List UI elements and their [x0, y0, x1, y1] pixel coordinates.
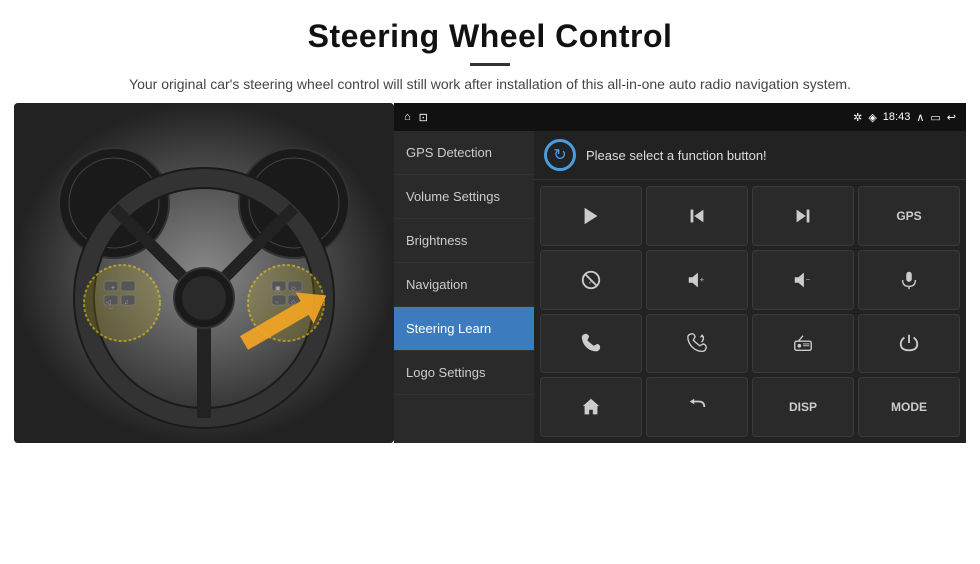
menu-item-brightness[interactable]: Brightness	[394, 219, 534, 263]
phone-button[interactable]	[540, 314, 642, 374]
home-button[interactable]	[540, 377, 642, 437]
status-time: 18:43	[883, 111, 911, 123]
right-panel: ↻ Please select a function button!	[534, 131, 966, 443]
unit-content: GPS Detection Volume Settings Brightness…	[394, 131, 966, 443]
prev-button[interactable]	[646, 186, 748, 246]
notification-icon: ⊡	[419, 111, 428, 124]
home-icon: ⌂	[404, 111, 411, 123]
svg-text:♪: ♪	[588, 276, 592, 285]
menu-item-volume[interactable]: Volume Settings	[394, 175, 534, 219]
status-left: ⌂ ⊡	[404, 111, 428, 124]
sync-icon: ↻	[544, 139, 576, 171]
play-button[interactable]	[540, 186, 642, 246]
bluetooth-icon: ✲	[853, 111, 862, 124]
mode-button[interactable]: MODE	[858, 377, 960, 437]
top-bar-message: Please select a function button!	[586, 148, 767, 163]
icon-grid: GPS ♪	[534, 180, 966, 443]
svg-text:○: ○	[275, 300, 279, 306]
menu-item-navigation[interactable]: Navigation	[394, 263, 534, 307]
header: Steering Wheel Control Your original car…	[69, 0, 911, 103]
page: Steering Wheel Control Your original car…	[0, 0, 980, 564]
mic-button[interactable]	[858, 250, 960, 310]
gps-button[interactable]: GPS	[858, 186, 960, 246]
subtitle: Your original car's steering wheel contr…	[129, 74, 851, 95]
expand-icon: ∧	[916, 111, 924, 124]
svg-text:↩: ↩	[109, 306, 113, 312]
svg-text:♫: ♫	[124, 300, 129, 306]
left-menu: GPS Detection Volume Settings Brightness…	[394, 131, 534, 443]
head-unit: ⌂ ⊡ ✲ ◈ 18:43 ∧ ▭ ↩ GPS Detection Volume…	[394, 103, 966, 443]
top-bar: ↻ Please select a function button!	[534, 131, 966, 180]
vol-down-button[interactable]: −	[752, 250, 854, 310]
back-icon: ↩	[947, 111, 956, 124]
back-nav-button[interactable]	[646, 377, 748, 437]
mute-button[interactable]: ♪	[540, 250, 642, 310]
menu-item-gps[interactable]: GPS Detection	[394, 131, 534, 175]
status-bar: ⌂ ⊡ ✲ ◈ 18:43 ∧ ▭ ↩	[394, 103, 966, 131]
page-title: Steering Wheel Control	[129, 18, 851, 55]
wifi-icon: ◈	[868, 111, 876, 124]
vol-up-button[interactable]: +	[646, 250, 748, 310]
steering-wheel-image: + ◁ ↩ ♫ ▣ ◇ ○ ◇	[14, 103, 394, 443]
power-button[interactable]	[858, 314, 960, 374]
svg-text:◇: ◇	[291, 286, 296, 292]
call-rotate-button[interactable]	[646, 314, 748, 374]
svg-text:▣: ▣	[275, 286, 281, 292]
disp-button[interactable]: DISP	[752, 377, 854, 437]
svg-text:−: −	[806, 274, 810, 283]
svg-text:+: +	[111, 285, 115, 292]
next-button[interactable]	[752, 186, 854, 246]
title-divider	[470, 63, 510, 66]
window-icon: ▭	[930, 111, 940, 124]
radio-button[interactable]	[752, 314, 854, 374]
status-right: ✲ ◈ 18:43 ∧ ▭ ↩	[853, 111, 956, 124]
menu-item-logo[interactable]: Logo Settings	[394, 351, 534, 395]
main-content: + ◁ ↩ ♫ ▣ ◇ ○ ◇	[0, 103, 980, 564]
svg-text:+: +	[700, 274, 704, 283]
menu-item-steering-learn[interactable]: Steering Learn	[394, 307, 534, 351]
